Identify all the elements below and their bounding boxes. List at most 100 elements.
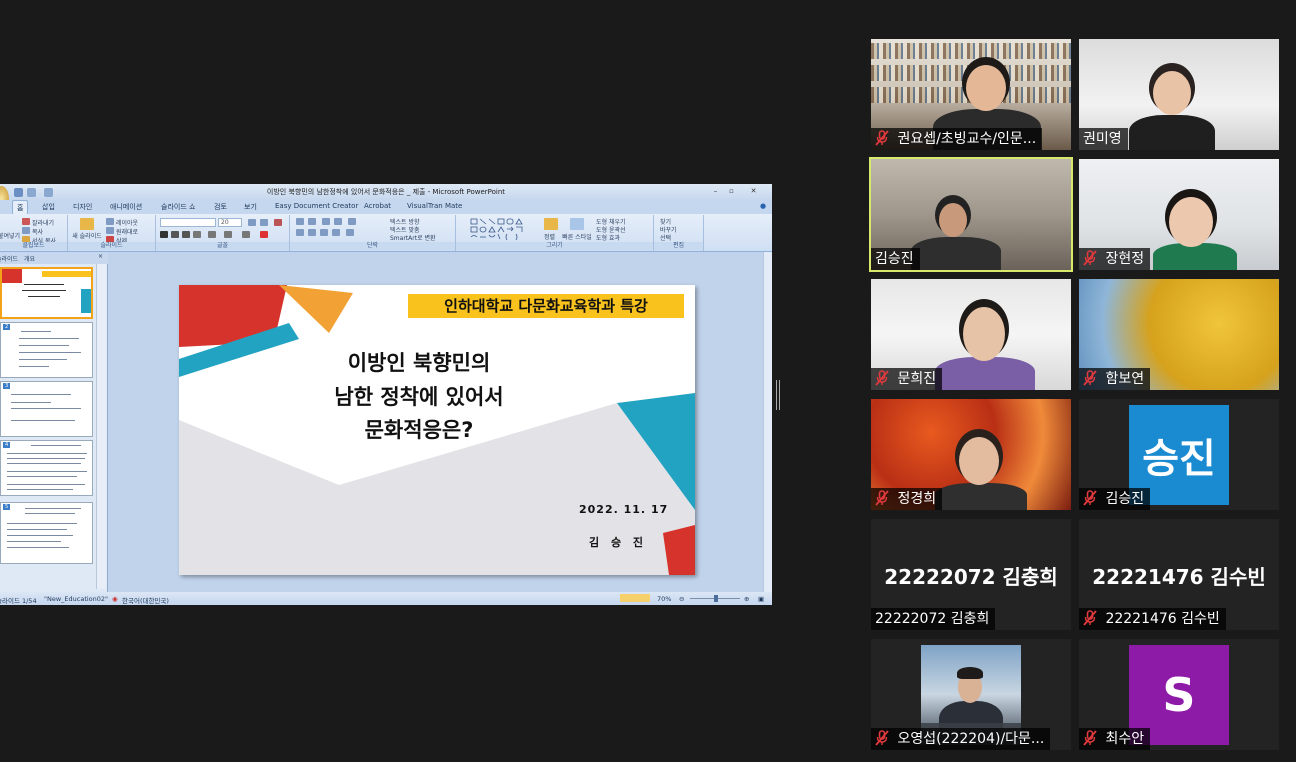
tab-easy-document-creator[interactable]: Easy Document Creator [275,202,358,210]
shapes-gallery-icon[interactable] [470,218,540,242]
select-button[interactable]: 선택 [660,233,671,242]
slide-scrollbar[interactable] [763,252,772,592]
align-right-icon[interactable] [320,229,328,236]
participant-name: 오영섭(222204)/다문... [897,731,1045,747]
justify-icon[interactable] [332,229,340,236]
tab-slideshow[interactable]: 슬라이드 쇼 [161,202,195,212]
maximize-icon[interactable]: ▫ [726,186,737,196]
layout-button[interactable]: 레이아웃 [116,218,138,227]
zoom-level[interactable]: 70% [657,595,671,603]
cut-button[interactable]: 잘라내기 [32,218,54,227]
numbering-icon[interactable] [308,218,316,225]
close-icon[interactable]: ✕ [748,186,759,196]
language-indicator[interactable]: 한국어(대한민국) [122,595,169,605]
shadow-icon[interactable] [208,231,216,238]
grow-font-icon[interactable] [248,219,256,226]
slide-thumbnail-3[interactable]: 3 [0,381,93,437]
arrange-icon [544,218,558,230]
font-color-icon[interactable] [260,231,268,238]
copy-icon [22,227,30,234]
zoom-slider-handle[interactable] [714,595,718,602]
tab-design[interactable]: 디자인 [73,202,92,212]
quick-styles-button[interactable]: 빠른 스타일 [562,232,592,241]
view-buttons[interactable] [620,594,650,602]
slide-thumbnail-1[interactable] [0,267,93,319]
thumbnail-scrollbar[interactable] [96,264,106,589]
participant-tile[interactable]: 함보연 [1079,279,1279,390]
clear-format-icon[interactable] [274,219,282,226]
paste-button[interactable]: 붙여넣기 [0,231,20,240]
slide-thumbnail-4[interactable]: 4 [0,440,93,496]
close-pane-icon[interactable]: × [98,253,103,260]
participant-name: 문희진 [897,371,937,387]
participant-tile[interactable]: 권요셉/초빙교수/인문... [871,39,1071,150]
help-icon[interactable]: ● [760,202,766,210]
participant-tile[interactable]: 권미영 [1079,39,1279,150]
change-case-icon[interactable] [242,231,250,238]
muted-mic-icon [1083,490,1097,506]
font-group-label: 글꼴 [156,242,289,250]
bullets-icon[interactable] [296,218,304,225]
align-left-icon[interactable] [296,229,304,236]
shrink-font-icon[interactable] [260,219,268,226]
reset-button[interactable]: 원래대로 [116,227,138,236]
decrease-indent-icon[interactable] [322,218,330,225]
participant-tile[interactable]: S 최수안 [1079,639,1279,750]
tab-view[interactable]: 보기 [244,202,257,212]
slide-counter: 슬라이드 1/54 [0,597,37,605]
muted-mic-icon [875,730,889,746]
tab-home[interactable]: 홈 [12,200,29,214]
minimize-icon[interactable]: – [710,186,721,196]
status-bar: 슬라이드 1/54 "New_Education02" ◉ 한국어(대한민국) … [0,592,772,605]
tab-outline[interactable]: 개요 [24,254,35,263]
slide-canvas: 인하대학교 다문화교육학과 특강 이방인 북향민의 남한 정착에 있어서 문화적… [108,252,772,592]
spellcheck-icon[interactable]: ◉ [112,595,118,603]
participant-tile[interactable]: 22221476 김수빈 22221476 김수빈 [1079,519,1279,630]
participant-tile[interactable]: 장현정 [1079,159,1279,270]
fit-slide-icon[interactable]: ▣ [758,595,764,603]
tab-animation[interactable]: 애니메이션 [110,202,142,212]
underline-icon[interactable] [182,231,190,238]
shape-effects-button[interactable]: 도형 효과 [596,233,620,242]
font-size-box[interactable]: 20 [218,218,242,227]
increase-indent-icon[interactable] [334,218,342,225]
align-center-icon[interactable] [308,229,316,236]
char-spacing-icon[interactable] [224,231,232,238]
bold-icon[interactable] [160,231,168,238]
theme-name: "New_Education02" [44,595,109,603]
current-slide[interactable]: 인하대학교 다문화교육학과 특강 이방인 북향민의 남한 정착에 있어서 문화적… [179,285,695,575]
participant-tile[interactable]: 정경희 [871,399,1071,510]
line-spacing-icon[interactable] [348,218,356,225]
strikethrough-icon[interactable] [193,231,201,238]
participant-tile[interactable]: 오영섭(222204)/다문... [871,639,1071,750]
thumb-banner [42,271,91,277]
clipboard-group: 붙여넣기 잘라내기 복사 서식 복사 클립보드 [0,215,68,251]
participant-tile[interactable]: 김승진 [869,157,1073,272]
participant-name-tag: 김승진 [1079,488,1151,510]
slides-group-label: 슬라이드 [68,242,155,250]
slide-thumbnail-2[interactable]: 2 [0,322,93,378]
arrange-button[interactable]: 정렬 [544,232,555,241]
participant-name: 권요셉/초빙교수/인문... [897,131,1037,147]
tab-visualtran-mate[interactable]: VisualTran Mate [407,202,462,210]
quick-styles-icon [570,218,584,230]
participant-display-name: 22221476 김수빈 [1092,565,1266,589]
font-name-box[interactable] [160,218,216,227]
tab-slides[interactable]: 슬라이드 [0,254,18,263]
zoom-out-icon[interactable]: ⊖ [679,595,684,603]
slide-thumbnail-5[interactable]: 5 [0,502,93,564]
zoom-in-icon[interactable]: ⊕ [744,595,749,603]
tab-acrobat[interactable]: Acrobat [364,202,391,210]
participant-tile[interactable]: 22222072 김충희 22222072 김충희 [871,519,1071,630]
tab-insert[interactable]: 삽입 [42,202,55,212]
italic-icon[interactable] [171,231,179,238]
smartart-button[interactable]: SmartArt로 변환 [390,233,436,242]
new-slide-button[interactable]: 새 슬라이드 [70,231,104,240]
tab-review[interactable]: 검토 [214,202,227,212]
columns-icon[interactable] [346,229,354,236]
participant-tile[interactable]: 문희진 [871,279,1071,390]
panel-splitter[interactable] [776,380,781,410]
participant-tile[interactable]: 승진 김승진 [1079,399,1279,510]
thumb-shape [2,269,22,283]
copy-button[interactable]: 복사 [32,227,43,236]
